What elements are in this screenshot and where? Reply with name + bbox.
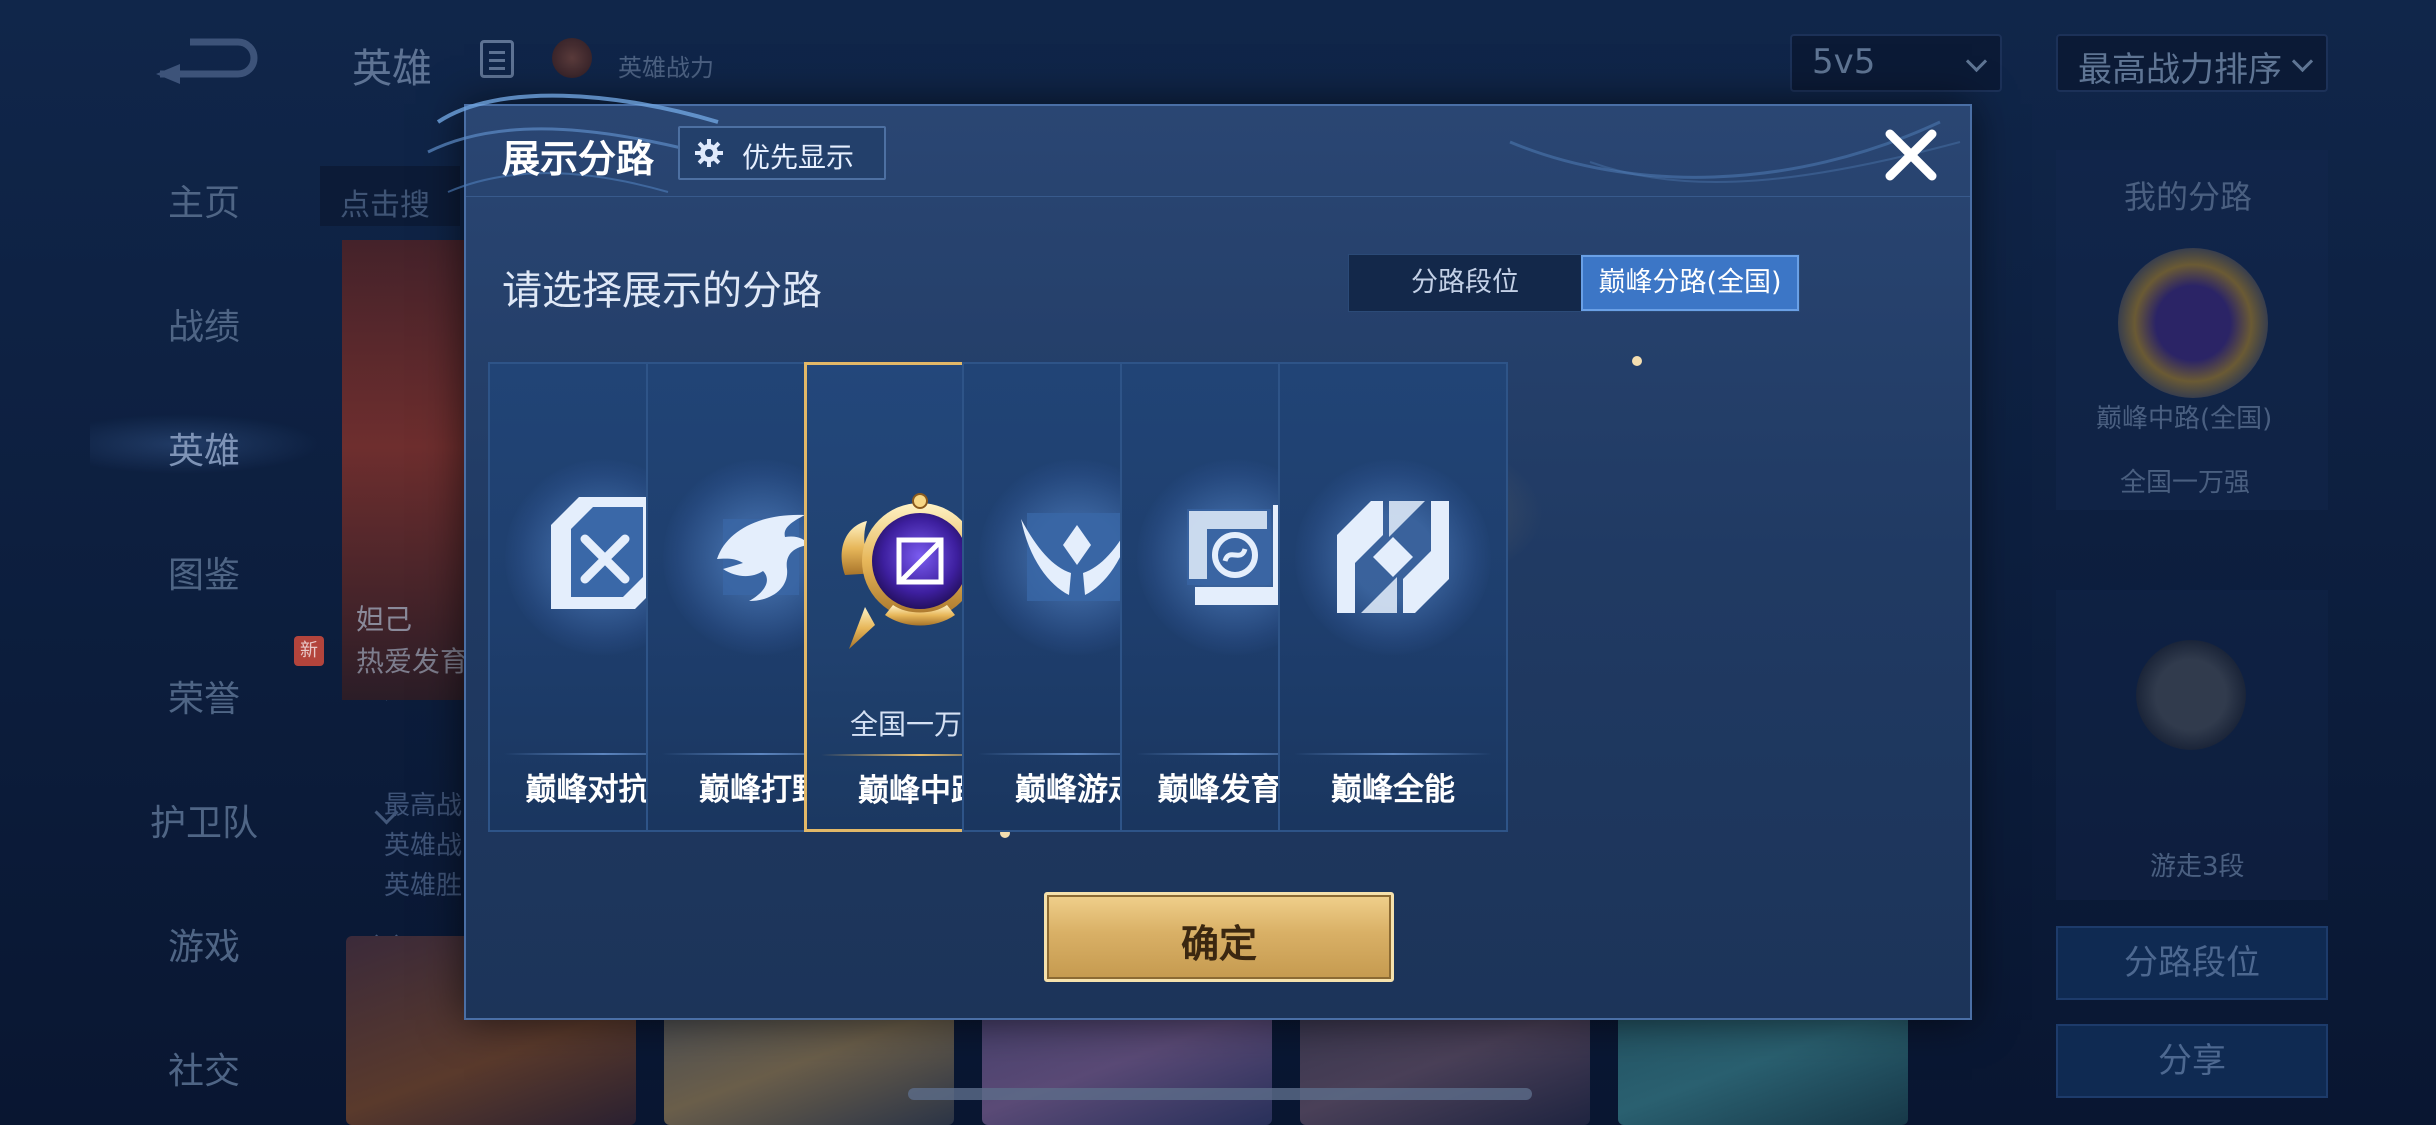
- wings-icon: [2136, 640, 2246, 750]
- hero-name: 妲己: [356, 603, 413, 636]
- new-badge: 新: [294, 636, 324, 666]
- lane-card-label: 巅峰全能: [1331, 772, 1455, 808]
- chevron-down-icon: [2291, 50, 2314, 73]
- sidebar-item-label: 护卫队: [150, 803, 259, 844]
- hero-stat: 英雄胜: [384, 871, 463, 901]
- tab-peak-lane-national[interactable]: 巅峰分路(全国): [1581, 255, 1799, 311]
- all-round-icon: [1337, 501, 1449, 613]
- sidebar-item-home[interactable]: 主页: [90, 166, 320, 226]
- dialog-subtitle: 请选择展示的分路: [502, 268, 822, 314]
- hero-stat: 英雄战: [384, 831, 463, 861]
- chevron-down-icon: [1965, 50, 1988, 73]
- hero-stat: 最高战: [384, 791, 463, 821]
- mode-select-value: 5v5: [1812, 42, 1876, 82]
- divider: [1294, 753, 1492, 755]
- my-lane-title: 我的分路: [2124, 178, 2253, 216]
- priority-display-button[interactable]: 优先显示: [678, 126, 886, 180]
- list-icon[interactable]: [480, 40, 514, 78]
- hero-power-label[interactable]: 英雄战力: [618, 48, 714, 83]
- gear-icon: [695, 139, 723, 167]
- sidebar-item-label: 战绩: [168, 307, 241, 348]
- back-icon[interactable]: [150, 36, 260, 86]
- sidebar-item-label: 英雄: [168, 431, 241, 472]
- mid-lane-emblem-icon: [2118, 248, 2268, 398]
- sidebar-item-honor[interactable]: 荣誉: [90, 662, 399, 722]
- sidebar-item-label: 主页: [168, 183, 241, 224]
- home-indicator[interactable]: [908, 1088, 1532, 1100]
- lane-card-all-round[interactable]: 巅峰全能: [1278, 362, 1508, 832]
- sidebar-item-social[interactable]: 社交: [90, 1034, 399, 1094]
- sidebar-item-label: 图鉴: [168, 555, 241, 596]
- page-title: 英雄: [352, 46, 432, 92]
- sidebar-item-heroes[interactable]: 英雄: [90, 414, 320, 474]
- sidebar-item-guard-team[interactable]: 护卫队: [90, 786, 399, 846]
- sort-select[interactable]: 最高战力排序: [2056, 34, 2328, 92]
- my-lane-name: 巅峰中路(全国): [2096, 404, 2273, 434]
- sidebar-item-label: 荣誉: [168, 679, 241, 720]
- lane-rank-button[interactable]: 分路段位: [2056, 926, 2328, 1000]
- priority-display-label: 优先显示: [742, 141, 855, 174]
- sidebar-item-codex[interactable]: 图鉴: [90, 538, 399, 598]
- confirm-label: 确定: [1180, 922, 1257, 966]
- hero-power-avatar: [552, 38, 592, 78]
- sidebar-item-game[interactable]: 游戏: [90, 910, 399, 970]
- share-button[interactable]: 分享: [2056, 1024, 2328, 1098]
- mode-select[interactable]: 5v5: [1790, 34, 2002, 92]
- dialog-title: 展示分路: [502, 137, 655, 181]
- lane-type-tabs: 分路段位 巅峰分路(全国): [1348, 254, 1800, 312]
- confirm-button[interactable]: 确定: [1044, 892, 1394, 982]
- selection-corner: [1632, 356, 1642, 366]
- hero-subtitle: 热爱发育: [356, 645, 469, 678]
- sidebar-item-label: 游戏: [168, 927, 241, 968]
- tab-lane-rank[interactable]: 分路段位: [1349, 255, 1581, 311]
- my-lane-rank: 全国一万强: [2120, 468, 2251, 498]
- secondary-lane-rank: 游走3段: [2150, 852, 2245, 882]
- sidebar-item-label: 社交: [168, 1051, 241, 1092]
- close-icon[interactable]: [1876, 120, 1946, 190]
- hero-stats: 最高战 英雄战 英雄胜: [384, 786, 462, 906]
- sort-select-value: 最高战力排序: [2078, 50, 2282, 90]
- display-lane-dialog: 展示分路 优先显示 请选择展示的分路 分路段位 巅峰分路(全国) 巅峰对抗路 巅…: [427, 93, 1972, 1020]
- sidebar-item-records[interactable]: 战绩: [90, 290, 320, 350]
